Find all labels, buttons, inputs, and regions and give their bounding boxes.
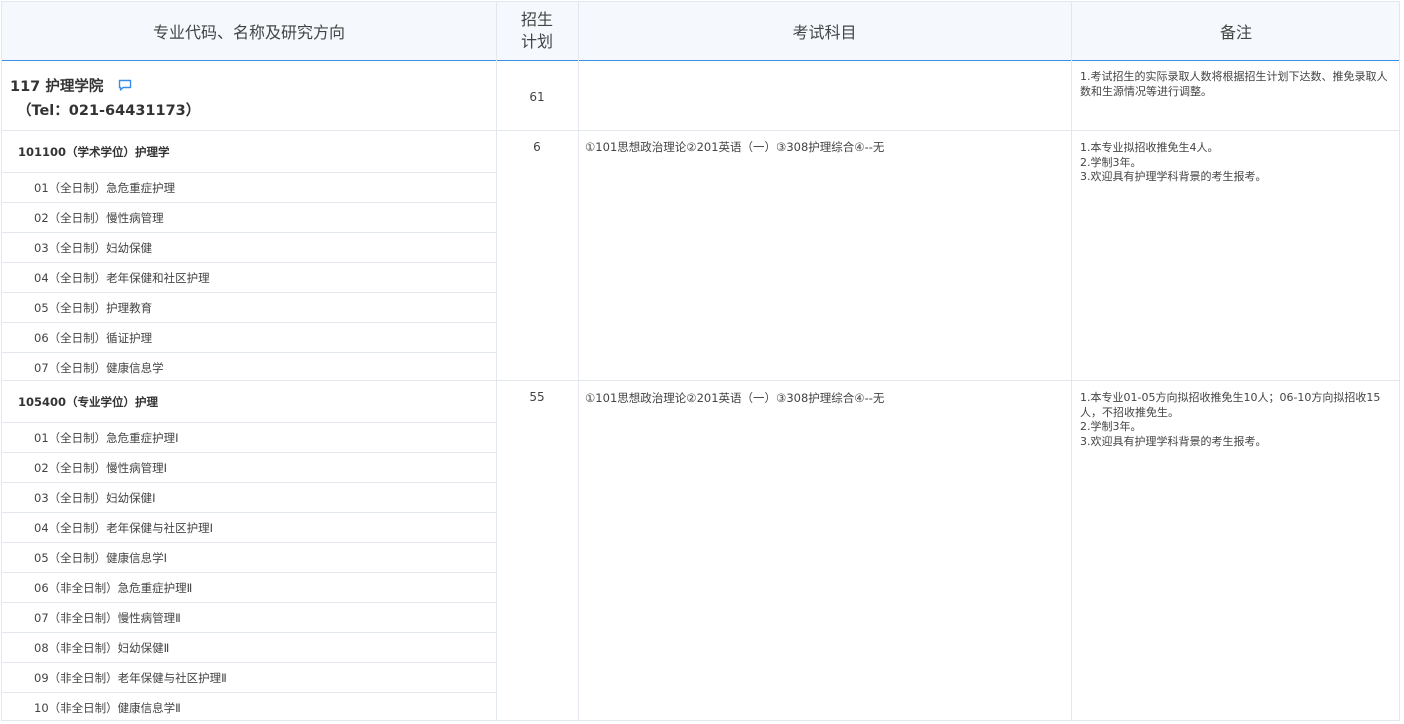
college-tel: （Tel：021-64431173）: [17, 103, 201, 119]
direction-row: 01（全日制）急危重症护理: [2, 173, 496, 203]
direction-row: 06（全日制）循证护理: [2, 323, 496, 353]
direction-row: 03（全日制）妇幼保健Ⅰ: [2, 483, 496, 513]
header-plan-line2: 计划: [520, 32, 553, 51]
major-plan: 6: [533, 140, 541, 154]
direction-row: 09（非全日制）老年保健与社区护理Ⅱ: [2, 663, 496, 693]
major-exam: ①101思想政治理论②201英语（一）③308护理综合④--无: [585, 140, 885, 154]
major-title: 101100（学术学位）护理学: [2, 131, 496, 173]
header-exam: 考试科目: [792, 23, 857, 42]
enrollment-table: 专业代码、名称及研究方向 招生 计划 考试科目 备注 117 护理学院 （Tel…: [1, 1, 1400, 721]
column-divider: [1071, 2, 1072, 720]
direction-row: 05（全日制）健康信息学Ⅰ: [2, 543, 496, 573]
major-note: 1.本专业拟招收推免生4人。 2.学制3年。 3.欢迎具有护理学科背景的考生报考…: [1080, 141, 1267, 183]
college-name-wrap: 117 护理学院: [10, 75, 132, 96]
direction-row: 04（全日制）老年保健与社区护理Ⅰ: [2, 513, 496, 543]
direction-row: 03（全日制）妇幼保健: [2, 233, 496, 263]
college-row: 117 护理学院 （Tel：021-64431173） 61 1.考试招生的实际…: [2, 61, 1399, 131]
column-divider: [578, 2, 579, 720]
major-note: 1.本专业01-05方向拟招收推免生10人；06-10方向拟招收15人，不招收推…: [1080, 391, 1381, 448]
direction-row: 06（非全日制）急危重症护理Ⅱ: [2, 573, 496, 603]
header-note: 备注: [1219, 23, 1252, 42]
direction-row: 02（全日制）慢性病管理: [2, 203, 496, 233]
direction-row: 05（全日制）护理教育: [2, 293, 496, 323]
header-plan-line1: 招生: [520, 10, 553, 29]
direction-row: 07（非全日制）慢性病管理Ⅱ: [2, 603, 496, 633]
direction-row: 01（全日制）急危重症护理Ⅰ: [2, 423, 496, 453]
college-plan: 61: [529, 90, 545, 104]
direction-row: 10（非全日制）健康信息学Ⅱ: [34, 701, 181, 715]
college-note: 1.考试招生的实际录取人数将根据招生计划下达数、推免录取人数和生源情况等进行调整…: [1080, 70, 1388, 98]
table-header: 专业代码、名称及研究方向 招生 计划 考试科目 备注: [2, 2, 1399, 61]
direction-row: 02（全日制）慢性病管理Ⅰ: [2, 453, 496, 483]
chat-bubble-icon[interactable]: [118, 79, 132, 96]
major-block-101100: 101100（学术学位）护理学 01（全日制）急危重症护理 02（全日制）慢性病…: [2, 131, 1399, 381]
column-divider: [496, 2, 497, 720]
direction-row: 04（全日制）老年保健和社区护理: [2, 263, 496, 293]
college-name: 117 护理学院: [10, 79, 104, 95]
major-title: 105400（专业学位）护理: [2, 381, 496, 423]
direction-row: 08（非全日制）妇幼保健Ⅱ: [2, 633, 496, 663]
header-plan: 招生 计划: [496, 2, 578, 60]
direction-row: 07（全日制）健康信息学: [34, 361, 164, 375]
header-major: 专业代码、名称及研究方向: [152, 23, 345, 42]
major-exam: ①101思想政治理论②201英语（一）③308护理综合④--无: [585, 391, 885, 405]
major-block-105400: 105400（专业学位）护理 01（全日制）急危重症护理Ⅰ 02（全日制）慢性病…: [2, 381, 1399, 720]
major-plan: 55: [529, 390, 545, 404]
